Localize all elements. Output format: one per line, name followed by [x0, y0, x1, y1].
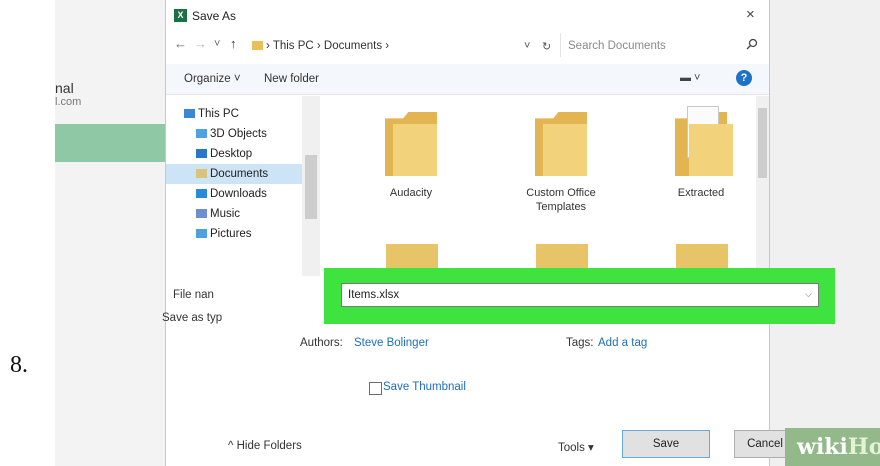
pictures-icon [196, 229, 207, 239]
background-selected-row [55, 124, 170, 162]
tags-field[interactable]: Add a tag [598, 337, 647, 349]
view-options-button[interactable]: ▬ ˅ [680, 72, 700, 84]
back-button[interactable]: ← [174, 36, 187, 51]
save-as-type-label: Save as typ [162, 312, 223, 324]
folder-icon [252, 41, 263, 50]
command-bar [166, 64, 769, 95]
file-name-label: File nan [173, 289, 214, 301]
save-thumbnail-label[interactable]: Save Thumbnail [383, 381, 466, 393]
step-number: 8. [10, 352, 28, 378]
music-icon [196, 209, 207, 219]
nav-item-documents[interactable]: Documents [166, 164, 306, 184]
nav-item-this-pc[interactable]: This PC [166, 104, 306, 124]
tools-dropdown[interactable]: Tools ▾ [558, 440, 594, 454]
background-app-panel [55, 0, 170, 466]
breadcrumb[interactable]: › This PC › Documents › [266, 40, 389, 52]
search-icon[interactable] [746, 38, 758, 53]
nav-pane-scroll-thumb[interactable] [305, 155, 317, 219]
folder-icon [535, 112, 587, 176]
nav-item-3d-objects[interactable]: 3D Objects [166, 124, 306, 144]
background-account-email: l.com [55, 96, 82, 108]
file-item-audacity[interactable]: Audacity [356, 112, 466, 200]
forward-button[interactable]: → [194, 36, 207, 51]
file-item-extracted[interactable]: Extracted [646, 106, 756, 200]
dialog-title: Save As [192, 9, 237, 23]
help-button[interactable]: ? [736, 70, 752, 86]
cube-icon [196, 129, 207, 139]
nav-item-desktop[interactable]: Desktop [166, 144, 306, 164]
refresh-button[interactable]: ↻ [542, 40, 551, 53]
folder-with-documents-icon [675, 106, 733, 176]
recent-dropdown-button[interactable]: ˅ [214, 38, 220, 50]
download-icon [196, 189, 207, 199]
file-list-scroll-thumb[interactable] [758, 108, 767, 178]
path-dropdown-button[interactable]: ˅ [524, 40, 530, 52]
file-name-input[interactable] [341, 283, 819, 307]
excel-icon: X [174, 9, 187, 22]
folder-icon [385, 112, 437, 176]
background-right-panel [768, 0, 880, 466]
organize-button[interactable]: Organize ˅ [184, 73, 241, 85]
tags-label: Tags: [566, 337, 594, 349]
save-button[interactable]: Save [622, 430, 710, 458]
search-input[interactable]: Search Documents [568, 40, 666, 52]
pc-icon [184, 109, 195, 119]
file-item-custom-office-templates[interactable]: Custom Office Templates [506, 112, 616, 214]
authors-field[interactable]: Steve Bolinger [354, 337, 429, 349]
documents-icon [196, 169, 207, 179]
file-list: Audacity Custom Office Templates Extract… [320, 96, 756, 276]
hide-folders-button[interactable]: ^ Hide Folders [228, 440, 302, 452]
chevron-down-icon[interactable]: ⌵ [805, 289, 812, 300]
nav-item-music[interactable]: Music [166, 204, 306, 224]
authors-label: Authors: [300, 337, 343, 349]
nav-item-downloads[interactable]: Downloads [166, 184, 306, 204]
wikihow-logo: wikiHow [797, 434, 880, 460]
navigation-pane: This PC 3D Objects Desktop Documents Dow… [166, 96, 306, 276]
close-button[interactable]: × [746, 6, 755, 23]
save-thumbnail-checkbox[interactable] [369, 382, 382, 395]
nav-item-pictures[interactable]: Pictures [166, 224, 306, 244]
background-account-name: nal [55, 80, 74, 96]
new-folder-button[interactable]: New folder [264, 73, 319, 85]
title-bar: X Save As × [166, 0, 769, 30]
screenshot: nal l.com X Save As × ← → ˅ ↑ › This PC … [55, 0, 880, 466]
up-button[interactable]: ↑ [230, 36, 237, 51]
desktop-icon [196, 149, 207, 159]
save-as-dialog: X Save As × ← → ˅ ↑ › This PC › Document… [165, 0, 796, 466]
